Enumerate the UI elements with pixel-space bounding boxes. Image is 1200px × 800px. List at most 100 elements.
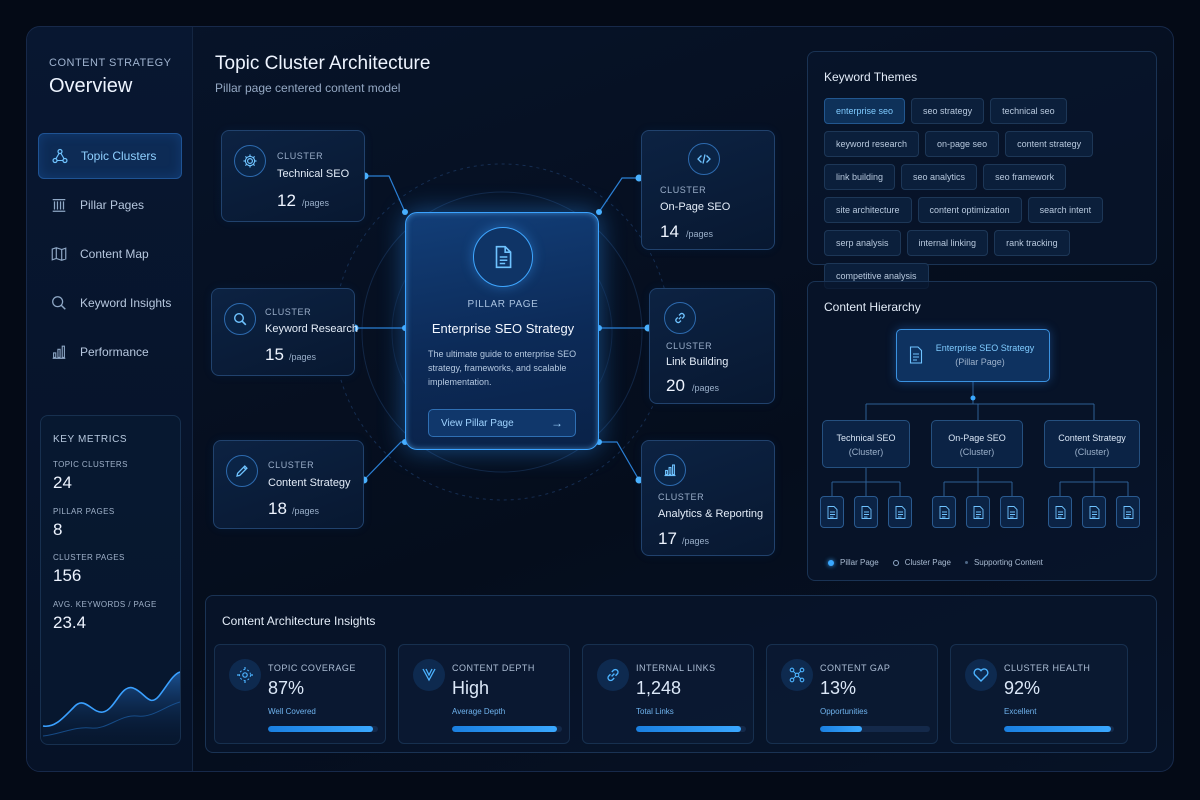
insight-progress-fill xyxy=(268,726,373,732)
keyword-tag[interactable]: search intent xyxy=(1027,197,1104,223)
legend-dot-small xyxy=(964,561,968,565)
cluster-card-analytics-reporting[interactable]: CLUSTER Analytics & Reporting 17 /pages xyxy=(641,440,775,556)
insight-card-content-depth: CONTENT DEPTH High Average Depth xyxy=(398,644,570,744)
cluster-kicker: CLUSTER xyxy=(277,151,324,161)
keyword-tag[interactable]: link building xyxy=(824,164,896,190)
search-icon xyxy=(52,296,66,310)
sidebar-item-performance[interactable]: Performance xyxy=(38,329,182,375)
insight-label: TOPIC COVERAGE xyxy=(268,663,356,673)
cluster-name: On-Page SEO xyxy=(660,201,731,213)
keyword-tag[interactable]: keyword research xyxy=(824,131,920,157)
legend-item-supporting: Supporting Content xyxy=(964,558,1043,567)
supporting-page-doc[interactable] xyxy=(1048,496,1072,528)
document-icon xyxy=(1123,505,1133,519)
hierarchy-node-type: (Cluster) xyxy=(1074,447,1110,457)
sidebar-item-keyword-insights[interactable]: Keyword Insights xyxy=(38,280,182,326)
hierarchy-node-technical-seo[interactable]: Technical SEO (Cluster) xyxy=(822,420,910,468)
cluster-card-on-page-seo[interactable]: CLUSTER On-Page SEO 14 /pages xyxy=(641,130,775,250)
cluster-page-count: 15 xyxy=(265,345,284,364)
keyword-tag[interactable]: seo analytics xyxy=(901,164,978,190)
page-subtitle: Pillar page centered content model xyxy=(215,81,401,95)
bar-chart-icon xyxy=(52,345,66,359)
hierarchy-node-content-strategy[interactable]: Content Strategy (Cluster) xyxy=(1044,420,1140,468)
document-icon xyxy=(973,505,983,519)
cluster-name: Analytics & Reporting xyxy=(658,508,764,520)
gap-icon xyxy=(781,659,813,691)
insight-label: CONTENT DEPTH xyxy=(452,663,535,673)
document-icon xyxy=(895,505,905,519)
keyword-tag[interactable]: on-page seo xyxy=(925,131,1000,157)
hierarchy-node-name: On-Page SEO xyxy=(948,433,1006,443)
keyword-themes-title: Keyword Themes xyxy=(824,70,918,84)
insight-status: Excellent xyxy=(1004,707,1037,716)
supporting-page-doc[interactable] xyxy=(1116,496,1140,528)
insight-value: 87% xyxy=(268,678,305,698)
insight-status: Average Depth xyxy=(452,707,506,716)
pillar-card[interactable]: PILLAR PAGE Enterprise SEO Strategy The … xyxy=(405,212,599,450)
keyword-tag[interactable]: serp analysis xyxy=(824,230,901,256)
keyword-tag[interactable]: seo framework xyxy=(983,164,1067,190)
supporting-page-doc[interactable] xyxy=(820,496,844,528)
metric-label: CLUSTER PAGES xyxy=(53,553,125,562)
cluster-unit: /pages xyxy=(686,229,714,239)
metric-label: PILLAR PAGES xyxy=(53,507,115,516)
hierarchy-root-node[interactable]: Enterprise SEO Strategy (Pillar Page) xyxy=(896,329,1050,382)
view-pillar-page-label: View Pillar Page xyxy=(441,417,514,429)
sidebar-nav: Topic Clusters Pillar Pages Content Map … xyxy=(38,133,182,378)
hierarchy-node-name: Technical SEO xyxy=(836,433,896,443)
insight-progress-bar xyxy=(1004,726,1114,732)
supporting-page-doc[interactable] xyxy=(888,496,912,528)
metric-value: 8 xyxy=(53,520,63,539)
insight-progress-bar xyxy=(820,726,930,732)
insight-label: CONTENT GAP xyxy=(820,663,891,673)
cluster-card-technical-seo[interactable]: CLUSTER Technical SEO 12 /pages xyxy=(221,130,365,222)
cluster-card-content-strategy[interactable]: CLUSTER Content Strategy 18 /pages xyxy=(213,440,364,529)
keyword-tag[interactable]: content strategy xyxy=(1005,131,1094,157)
map-icon xyxy=(51,247,67,261)
sidebar-item-pillar-pages[interactable]: Pillar Pages xyxy=(38,182,182,228)
keyword-tag[interactable]: rank tracking xyxy=(994,230,1070,256)
insight-progress-bar xyxy=(268,726,378,732)
sidebar-kicker: CONTENT STRATEGY xyxy=(49,57,172,69)
insight-card-internal-links: INTERNAL LINKS 1,248 Total Links xyxy=(582,644,754,744)
hierarchy-node-on-page-seo[interactable]: On-Page SEO (Cluster) xyxy=(931,420,1023,468)
target-icon xyxy=(229,659,261,691)
hierarchy-node-type: (Cluster) xyxy=(848,447,884,457)
cluster-page-count: 14 xyxy=(660,222,679,241)
link-icon xyxy=(597,659,629,691)
legend-dot-filled xyxy=(828,559,834,566)
supporting-page-doc[interactable] xyxy=(1000,496,1024,528)
keyword-tag[interactable]: site architecture xyxy=(824,197,912,223)
metric-topic-clusters: TOPIC CLUSTERS 24 xyxy=(53,460,128,493)
cluster-name: Keyword Research xyxy=(265,323,358,335)
supporting-page-doc[interactable] xyxy=(932,496,956,528)
keyword-tag[interactable]: enterprise seo xyxy=(824,98,906,124)
supporting-page-doc[interactable] xyxy=(966,496,990,528)
insight-value: High xyxy=(452,678,490,698)
supporting-page-doc[interactable] xyxy=(854,496,878,528)
cluster-name: Link Building xyxy=(666,356,729,368)
sidebar-item-topic-clusters[interactable]: Topic Clusters xyxy=(38,133,182,179)
metric-value: 156 xyxy=(53,566,82,585)
insight-status: Well Covered xyxy=(268,707,316,716)
keyword-tag[interactable]: internal linking xyxy=(906,230,989,256)
keyword-tag[interactable]: content optimization xyxy=(917,197,1022,223)
metric-label: TOPIC CLUSTERS xyxy=(53,460,128,469)
cluster-card-keyword-research[interactable]: CLUSTER Keyword Research 15 /pages xyxy=(211,288,358,376)
view-pillar-page-button[interactable]: View Pillar Page → xyxy=(428,409,576,437)
keyword-tag[interactable]: seo strategy xyxy=(911,98,985,124)
search-icon xyxy=(224,303,256,335)
keyword-themes-panel: Keyword Themes enterprise seo seo strate… xyxy=(807,51,1157,289)
cluster-name: Content Strategy xyxy=(268,477,351,489)
cluster-kicker: CLUSTER xyxy=(658,492,705,502)
app-window: CONTENT STRATEGY Overview Topic Clusters… xyxy=(26,26,1174,772)
cluster-unit: /pages xyxy=(692,383,720,393)
supporting-page-doc[interactable] xyxy=(1082,496,1106,528)
cluster-card-link-building[interactable]: CLUSTER Link Building 20 /pages xyxy=(649,288,775,404)
key-metrics-panel: KEY METRICS TOPIC CLUSTERS 24 PILLAR PAG… xyxy=(40,415,181,745)
metric-value: 23.4 xyxy=(53,613,87,632)
insight-progress-fill xyxy=(1004,726,1111,732)
keyword-tag[interactable]: technical seo xyxy=(990,98,1067,124)
sidebar-item-content-map[interactable]: Content Map xyxy=(38,231,182,277)
document-icon xyxy=(909,346,923,364)
